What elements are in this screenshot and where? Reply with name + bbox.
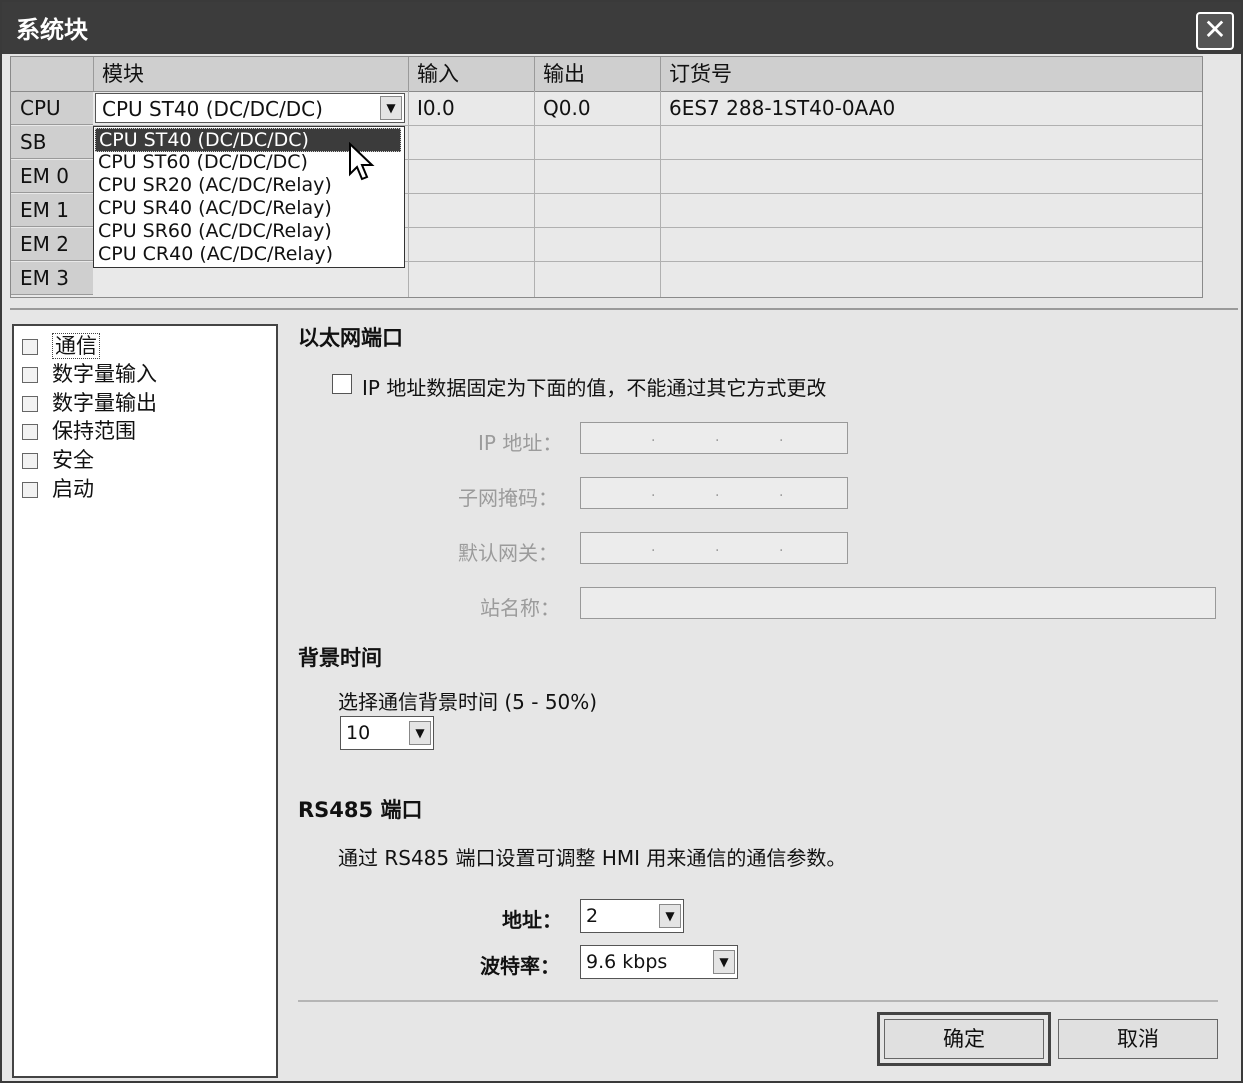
column-divider <box>660 91 661 297</box>
header-input: 输入 <box>408 57 534 91</box>
column-divider <box>534 91 535 297</box>
dropdown-option[interactable]: CPU SR60 (AC/DC/Relay) <box>98 220 332 242</box>
tree-node-icon <box>22 339 38 355</box>
baud-rate-value: 9.6 kbps <box>586 951 668 973</box>
cpu-output-address[interactable]: Q0.0 <box>543 92 591 125</box>
baud-rate-label: 波特率： <box>480 954 560 978</box>
chevron-down-icon[interactable]: ▼ <box>659 904 681 928</box>
rs485-description: 通过 RS485 端口设置可调整 HMI 用来通信的通信参数。 <box>338 846 847 870</box>
row-label-cpu: CPU <box>11 92 93 125</box>
ok-button[interactable]: 确定 <box>877 1012 1051 1066</box>
cpu-input-address[interactable]: I0.0 <box>417 92 455 125</box>
default-gateway-label: 默认网关： <box>458 541 558 565</box>
header-order-number: 订货号 <box>660 57 1202 91</box>
cancel-button[interactable]: 取消 <box>1058 1019 1218 1059</box>
header-output: 输出 <box>534 57 660 91</box>
background-time-value: 10 <box>346 722 371 744</box>
dropdown-option[interactable]: CPU SR40 (AC/DC/Relay) <box>98 197 332 219</box>
window-title: 系统块 <box>16 16 88 44</box>
subnet-mask-field[interactable]: ... <box>580 477 848 509</box>
tree-node-icon <box>22 396 38 412</box>
station-name-field[interactable] <box>580 587 1216 619</box>
ip-address-field[interactable]: ... <box>580 422 848 454</box>
tree-node-icon <box>22 424 38 440</box>
dropdown-option[interactable]: CPU SR20 (AC/DC/Relay) <box>98 174 332 196</box>
tree-item-digital-output[interactable]: 数字量输出 <box>22 389 157 417</box>
baud-rate-select[interactable]: 9.6 kbps ▼ <box>580 945 738 979</box>
row-label-sb: SB <box>11 126 93 159</box>
ip-address-label: IP 地址： <box>478 431 563 455</box>
cpu-module-value: CPU ST40 (DC/DC/DC) <box>102 97 323 121</box>
grid-header: 模块 输入 输出 订货号 <box>11 57 1202 92</box>
background-time-description: 选择通信背景时间 (5 - 50%) <box>338 690 598 714</box>
tree-item-label: 通信 <box>52 333 100 359</box>
fixed-ip-checkbox[interactable] <box>332 374 352 394</box>
subnet-mask-label: 子网掩码： <box>458 486 558 510</box>
rs485-port-title: RS485 端口 <box>298 798 423 822</box>
dropdown-option[interactable]: CPU CR40 (AC/DC/Relay) <box>98 243 333 265</box>
row-label-em0: EM 0 <box>11 160 93 193</box>
address-label: 地址： <box>502 908 562 932</box>
close-icon: ✕ <box>1203 13 1227 46</box>
tree-item-communication[interactable]: 通信 <box>22 332 100 360</box>
tree-item-label: 安全 <box>52 448 94 472</box>
tree-item-startup[interactable]: 启动 <box>22 475 94 503</box>
ethernet-port-title: 以太网端口 <box>298 326 403 350</box>
chevron-down-icon[interactable]: ▼ <box>713 950 735 974</box>
chevron-down-icon[interactable]: ▼ <box>380 96 402 120</box>
cpu-module-select[interactable]: CPU ST40 (DC/DC/DC) ▼ <box>95 93 405 123</box>
tree-node-icon <box>22 367 38 383</box>
rs485-address-select[interactable]: 2 ▼ <box>580 899 684 933</box>
mouse-cursor-icon <box>349 142 375 181</box>
tree-item-digital-input[interactable]: 数字量输入 <box>22 360 157 388</box>
row-label-em2: EM 2 <box>11 228 93 261</box>
station-name-label: 站名称： <box>480 596 560 620</box>
fixed-ip-label: IP 地址数据固定为下面的值，不能通过其它方式更改 <box>362 376 827 400</box>
title-bar: 系统块 ✕ <box>2 2 1241 54</box>
tree-item-retentive-ranges[interactable]: 保持范围 <box>22 417 136 445</box>
background-time-title: 背景时间 <box>298 646 382 670</box>
tree-item-security[interactable]: 安全 <box>22 446 94 474</box>
tree-item-label: 数字量输入 <box>52 362 157 386</box>
tree-item-label: 启动 <box>52 477 94 501</box>
category-tree: 通信 数字量输入 数字量输出 保持范围 安全 启动 <box>12 324 278 1078</box>
tree-item-label: 数字量输出 <box>52 391 157 415</box>
rs485-address-value: 2 <box>586 905 599 927</box>
row-label-em1: EM 1 <box>11 194 93 227</box>
close-button[interactable]: ✕ <box>1196 12 1234 50</box>
section-divider <box>10 308 1238 310</box>
tree-node-icon <box>22 453 38 469</box>
row-label-em3: EM 3 <box>11 262 93 295</box>
system-block-window: 系统块 ✕ 模块 输入 输出 订货号 CPU SB EM 0 EM 1 EM 2… <box>0 0 1243 1083</box>
chevron-down-icon[interactable]: ▼ <box>409 721 431 745</box>
button-divider <box>298 1000 1218 1002</box>
header-module: 模块 <box>93 57 408 91</box>
tree-item-label: 保持范围 <box>52 419 136 443</box>
dropdown-option[interactable]: CPU ST60 (DC/DC/DC) <box>98 151 308 173</box>
cpu-order-number: 6ES7 288-1ST40-0AA0 <box>669 96 896 120</box>
corner-cell <box>11 57 93 91</box>
tree-node-icon <box>22 482 38 498</box>
column-divider <box>408 91 409 297</box>
background-time-select[interactable]: 10 ▼ <box>340 716 434 750</box>
default-gateway-field[interactable]: ... <box>580 532 848 564</box>
